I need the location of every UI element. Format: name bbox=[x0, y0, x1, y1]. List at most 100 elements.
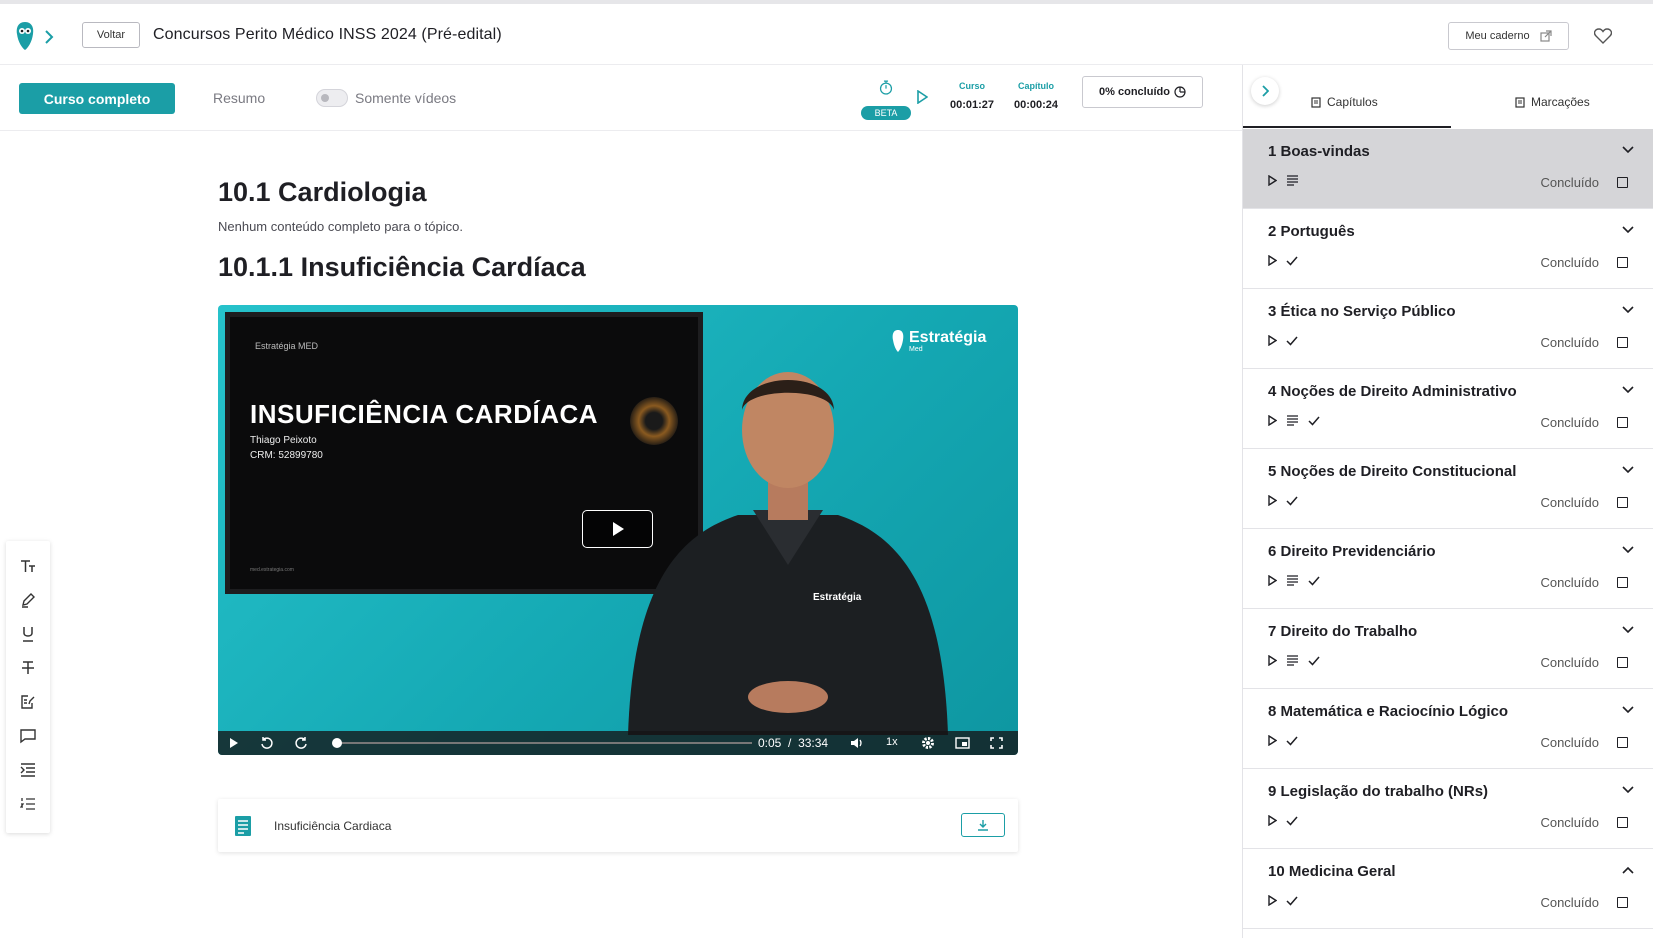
video-progress-bar[interactable] bbox=[332, 738, 752, 748]
chapter-title[interactable]: 9 Legislação do trabalho (NRs) bbox=[1268, 783, 1488, 800]
chapter-title[interactable]: 3 Ética no Serviço Público bbox=[1268, 303, 1456, 320]
picture-in-picture-icon[interactable] bbox=[955, 737, 970, 749]
comment-icon[interactable] bbox=[18, 726, 38, 746]
play-icon[interactable] bbox=[1268, 735, 1277, 746]
chapter-complete-checkbox[interactable] bbox=[1617, 417, 1628, 428]
chapter-item[interactable]: 6 Direito Previdenciário Concluído bbox=[1243, 529, 1653, 609]
current-time: 0:05 bbox=[758, 736, 782, 750]
settings-gear-icon[interactable] bbox=[921, 736, 935, 750]
play-icon[interactable] bbox=[1268, 655, 1277, 666]
shirt-brand: Estratégia bbox=[813, 592, 862, 603]
course-timer-label: Curso bbox=[959, 81, 986, 91]
back-button[interactable]: Voltar bbox=[82, 22, 140, 48]
chevron-down-icon[interactable] bbox=[1622, 706, 1634, 714]
play-icon[interactable] bbox=[1268, 495, 1277, 506]
text-size-icon[interactable] bbox=[18, 556, 38, 576]
chapter-complete-checkbox[interactable] bbox=[1617, 497, 1628, 508]
chapter-content-icons bbox=[1268, 495, 1298, 506]
chapter-title[interactable]: 2 Português bbox=[1268, 223, 1355, 240]
chapter-content-icons bbox=[1268, 655, 1320, 666]
fullscreen-icon[interactable] bbox=[990, 737, 1003, 749]
summary-button[interactable]: Resumo bbox=[213, 90, 265, 106]
chapter-item[interactable]: 7 Direito do Trabalho Concluído bbox=[1243, 609, 1653, 689]
chapter-item[interactable]: 8 Matemática e Raciocínio Lógico Concluíd… bbox=[1243, 689, 1653, 769]
indent-icon[interactable] bbox=[18, 760, 38, 780]
chevron-down-icon[interactable] bbox=[1622, 546, 1634, 554]
external-link-icon bbox=[1540, 30, 1552, 42]
chapter-title[interactable]: 5 Noções de Direito Constitucional bbox=[1268, 463, 1516, 480]
chapter-item[interactable]: 5 Noções de Direito Constitucional Conclu… bbox=[1243, 449, 1653, 529]
top-bar: Voltar Concursos Perito Médico INSS 2024… bbox=[0, 0, 1653, 65]
chapter-title[interactable]: 8 Matemática e Raciocínio Lógico bbox=[1268, 703, 1508, 720]
big-play-button[interactable] bbox=[582, 510, 653, 548]
forward-icon[interactable] bbox=[294, 736, 308, 750]
chapter-complete-checkbox[interactable] bbox=[1617, 657, 1628, 668]
chapter-item[interactable]: 1 Boas-vindas Concluído bbox=[1243, 129, 1653, 209]
play-icon[interactable] bbox=[1268, 255, 1277, 266]
chapter-title[interactable]: 10 Medicina Geral bbox=[1268, 863, 1396, 880]
play-icon[interactable] bbox=[1268, 815, 1277, 826]
strikethrough-icon[interactable] bbox=[18, 658, 38, 678]
chevron-down-icon[interactable] bbox=[1622, 306, 1634, 314]
tab-bookmarks[interactable]: Marcações bbox=[1515, 95, 1590, 109]
chapter-item[interactable]: 4 Noções de Direito Administrativo Conclu… bbox=[1243, 369, 1653, 449]
chapter-complete-checkbox[interactable] bbox=[1617, 177, 1628, 188]
play-icon[interactable] bbox=[1268, 895, 1277, 906]
chevron-down-icon[interactable] bbox=[1622, 226, 1634, 234]
chevron-down-icon[interactable] bbox=[1622, 626, 1634, 634]
full-course-button[interactable]: Curso completo bbox=[19, 83, 175, 114]
highlighter-icon[interactable] bbox=[18, 590, 38, 610]
chapter-complete-checkbox[interactable] bbox=[1617, 337, 1628, 348]
progress-handle[interactable] bbox=[332, 738, 343, 748]
play-icon[interactable] bbox=[229, 737, 239, 749]
text-lines-icon bbox=[1286, 415, 1299, 426]
chapter-item[interactable]: 3 Ética no Serviço Público Concluído bbox=[1243, 289, 1653, 369]
chapter-complete-checkbox[interactable] bbox=[1617, 737, 1628, 748]
chapter-complete-checkbox[interactable] bbox=[1617, 257, 1628, 268]
slide-url: med.estrategia.com bbox=[250, 567, 294, 573]
chapter-item[interactable]: 9 Legislação do trabalho (NRs) Concluído bbox=[1243, 769, 1653, 849]
favorite-heart-icon[interactable] bbox=[1594, 28, 1612, 44]
chapter-item[interactable]: 2 Português Concluído bbox=[1243, 209, 1653, 289]
notebook-button[interactable]: Meu caderno bbox=[1448, 22, 1569, 50]
underline-icon[interactable] bbox=[18, 624, 38, 644]
chevron-down-icon[interactable] bbox=[1622, 386, 1634, 394]
chapter-complete-checkbox[interactable] bbox=[1617, 817, 1628, 828]
collapse-sidebar-button[interactable] bbox=[1251, 77, 1279, 105]
check-icon bbox=[1286, 896, 1298, 906]
chapter-title[interactable]: 7 Direito do Trabalho bbox=[1268, 623, 1417, 640]
chapter-item[interactable]: 10 Medicina Geral Concluído bbox=[1243, 849, 1653, 929]
chapter-title[interactable]: 4 Noções de Direito Administrativo bbox=[1268, 383, 1517, 400]
lesson-material: Insuficiência Cardiaca bbox=[218, 799, 1018, 852]
play-icon[interactable] bbox=[1268, 415, 1277, 426]
chevron-down-icon[interactable] bbox=[1622, 466, 1634, 474]
chapter-list: 1 Boas-vindas Concluído 2 Português Concluí… bbox=[1243, 129, 1653, 929]
videos-only-toggle[interactable] bbox=[316, 89, 348, 107]
play-icon[interactable] bbox=[1268, 175, 1277, 186]
play-icon[interactable] bbox=[1268, 575, 1277, 586]
chapter-title[interactable]: 1 Boas-vindas bbox=[1268, 143, 1370, 160]
numbered-list-icon[interactable] bbox=[18, 794, 38, 814]
chapter-complete-checkbox[interactable] bbox=[1617, 897, 1628, 908]
progress-button[interactable]: 0% concluído bbox=[1082, 76, 1203, 108]
play-icon[interactable] bbox=[1268, 335, 1277, 346]
note-edit-icon[interactable] bbox=[18, 692, 38, 712]
playback-speed[interactable]: 1x bbox=[886, 736, 898, 748]
material-name[interactable]: Insuficiência Cardiaca bbox=[274, 819, 391, 833]
chapter-complete-checkbox[interactable] bbox=[1617, 577, 1628, 588]
bookmark-list-icon bbox=[1515, 96, 1525, 108]
tab-chapters[interactable]: Capítulos bbox=[1311, 95, 1378, 109]
chevron-right-icon[interactable] bbox=[44, 30, 54, 44]
rewind-icon[interactable] bbox=[260, 736, 274, 750]
chevron-up-icon[interactable] bbox=[1622, 866, 1634, 874]
video-player[interactable]: Estratégia MED INSUFICIÊNCIA CARDÍACA Th… bbox=[218, 305, 1018, 755]
stopwatch-icon[interactable] bbox=[861, 77, 911, 107]
timer-play-icon[interactable] bbox=[916, 90, 928, 104]
owl-logo-icon[interactable] bbox=[14, 20, 36, 52]
download-button[interactable] bbox=[961, 813, 1005, 837]
volume-icon[interactable] bbox=[850, 737, 864, 749]
chevron-down-icon[interactable] bbox=[1622, 786, 1634, 794]
check-icon bbox=[1286, 496, 1298, 506]
chapter-title[interactable]: 6 Direito Previdenciário bbox=[1268, 543, 1436, 560]
chevron-down-icon[interactable] bbox=[1622, 146, 1634, 154]
